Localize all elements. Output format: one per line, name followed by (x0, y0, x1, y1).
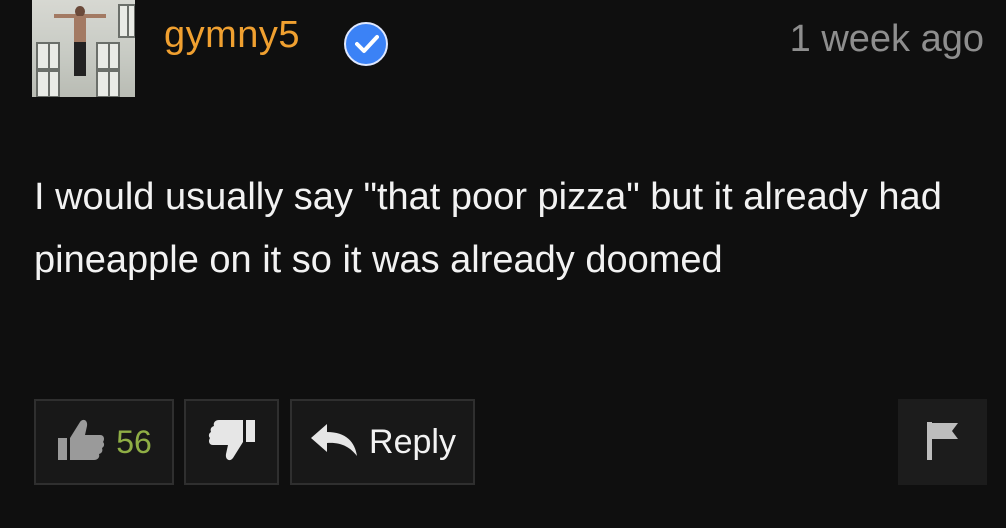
comment-text: I would usually say "that poor pizza" bu… (34, 176, 942, 281)
avatar-window (96, 42, 120, 70)
reply-label: Reply (369, 422, 456, 461)
timestamp: 1 week ago (789, 18, 984, 60)
username[interactable]: gymny5 (164, 14, 300, 57)
reply-button[interactable]: Reply (290, 399, 475, 485)
avatar-window (118, 4, 135, 38)
avatar-window (36, 70, 60, 97)
check-mark (355, 35, 379, 53)
reply-arrow-icon (309, 422, 359, 463)
avatar-window (36, 42, 60, 70)
flag-button[interactable] (898, 399, 987, 485)
flag-icon (923, 419, 963, 466)
comment-card: gymny5 1 week ago I would usually say "t… (0, 0, 1006, 528)
thumbs-down-icon (207, 418, 257, 467)
like-count: 56 (116, 423, 152, 460)
avatar-window (96, 70, 120, 97)
thumbs-up-icon (56, 418, 106, 467)
avatar-person (54, 6, 106, 76)
dislike-button[interactable] (184, 399, 279, 485)
like-button[interactable]: 56 (34, 399, 174, 485)
avatar[interactable] (32, 0, 135, 97)
check-badge-icon (344, 22, 388, 66)
